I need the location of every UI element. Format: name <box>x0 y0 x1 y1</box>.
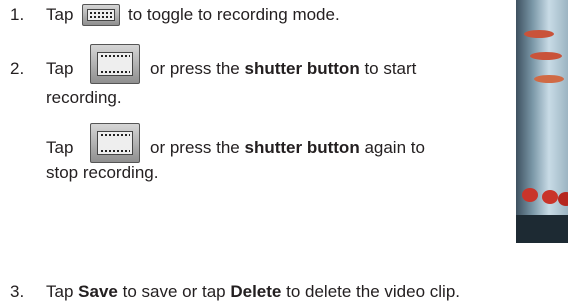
photo-detail <box>558 192 568 206</box>
step-text: Tap <box>46 59 74 78</box>
photo-detail <box>542 190 558 204</box>
photo-detail <box>522 188 538 202</box>
step-text: to toggle to recording mode. <box>128 5 340 24</box>
record-button-icon[interactable] <box>90 44 140 84</box>
video-preview-photo <box>516 0 568 243</box>
photo-detail <box>530 52 562 60</box>
photo-detail <box>534 75 564 83</box>
step-text: or press the shutter button again to <box>150 138 425 157</box>
photo-detail <box>524 30 554 38</box>
record-button-icon[interactable] <box>90 123 140 163</box>
step-text: Tap <box>46 138 74 157</box>
photo-detail <box>516 215 568 243</box>
step-text: stop recording. <box>46 163 159 182</box>
step-text: recording. <box>46 88 122 107</box>
step-number: 3. <box>10 282 25 301</box>
step-number: 1. <box>10 5 25 24</box>
step-number: 2. <box>10 59 25 78</box>
video-mode-icon[interactable] <box>82 4 120 26</box>
step-text: Tap <box>46 5 74 24</box>
step-text: Tap Save to save or tap Delete to delete… <box>46 282 461 301</box>
step-text: or press the shutter button to start <box>150 59 417 78</box>
